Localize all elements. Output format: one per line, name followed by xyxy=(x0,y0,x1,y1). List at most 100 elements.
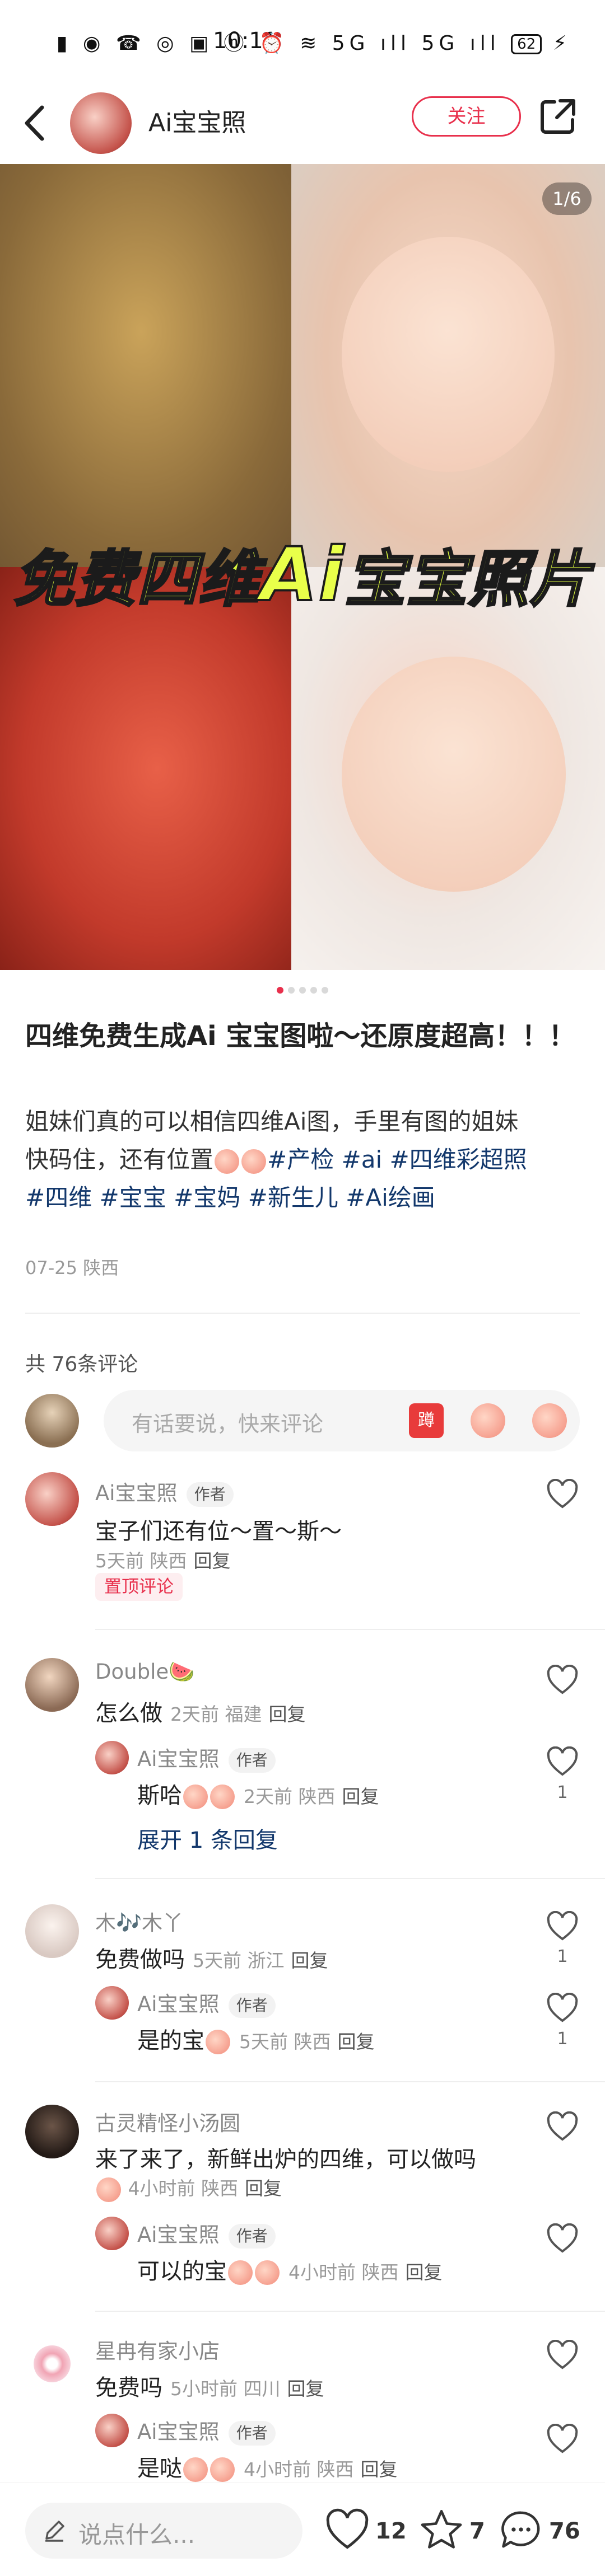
reply-avatar[interactable] xyxy=(95,2414,129,2447)
comment-avatar[interactable] xyxy=(25,1472,79,1526)
reply-button[interactable]: 回复 xyxy=(342,1786,379,1807)
hashtags[interactable]: #产检 #ai #四维彩超照 xyxy=(267,1146,527,1173)
emoji-button[interactable] xyxy=(471,1403,505,1438)
comment-author[interactable]: 星冉有家小店 xyxy=(95,2334,220,2364)
reply-text: 是哒 4小时前 陕西 回复 xyxy=(137,2456,398,2482)
comment-avatar[interactable] xyxy=(25,1658,79,1712)
like-icon[interactable] xyxy=(546,1993,579,2023)
comment-author[interactable]: Double🍉 xyxy=(95,1660,194,1684)
comment-author[interactable]: Ai宝宝照 作者 xyxy=(95,1476,234,1507)
author-avatar[interactable] xyxy=(70,92,132,154)
author-name[interactable]: Ai宝宝照 xyxy=(148,102,246,138)
comment-text: 免费做吗 5天前 浙江 回复 xyxy=(95,1947,328,1973)
follow-button[interactable]: 关注 xyxy=(412,96,521,137)
comment-author[interactable]: 木🎶木丫 xyxy=(95,1906,183,1936)
emoji-icon xyxy=(183,1785,208,1809)
reply-avatar[interactable] xyxy=(95,2217,129,2250)
comment-button[interactable]: 76 xyxy=(499,2508,580,2553)
pinned-badge: 置顶评论 xyxy=(95,1573,183,1601)
carousel-dot xyxy=(310,987,317,994)
comment-count-bottom: 76 xyxy=(549,2518,580,2544)
baby-photo-bottom xyxy=(291,567,605,970)
comment-avatar[interactable] xyxy=(25,1904,79,1958)
comment-text: 怎么做 2天前 福建 回复 xyxy=(95,1701,306,1726)
emoji-icon xyxy=(228,2260,253,2285)
author-badge: 作者 xyxy=(228,1748,276,1773)
reply-button[interactable]: 回复 xyxy=(245,2177,282,2199)
reply-avatar[interactable] xyxy=(95,1986,129,2020)
post-body-line: 快码住，还有位置 #产检 #ai #四维彩超照 xyxy=(25,1146,527,1174)
like-icon[interactable] xyxy=(546,2340,579,2370)
emoji-icon xyxy=(241,1149,267,1174)
author-badge: 作者 xyxy=(228,2420,276,2446)
reply-button[interactable]: 回复 xyxy=(194,1550,231,1572)
reply-button[interactable]: 回复 xyxy=(338,2031,375,2053)
comment-author[interactable]: 古灵精怪小汤圆 xyxy=(95,2106,240,2137)
emoji-icon xyxy=(210,2457,235,2482)
emoji-icon xyxy=(215,1149,240,1174)
carousel-dot xyxy=(277,987,283,994)
comment-text: 免费吗 5小时前 四川 回复 xyxy=(95,2375,324,2401)
reply-avatar[interactable] xyxy=(95,1741,129,1774)
comment-avatar[interactable] xyxy=(25,2105,79,2158)
like-icon[interactable] xyxy=(546,1911,579,1941)
divider xyxy=(95,2081,605,2082)
like-count: 1 xyxy=(557,2029,568,2049)
author-badge: 作者 xyxy=(228,2223,276,2249)
divider xyxy=(95,2311,605,2312)
carousel-indicator xyxy=(0,985,605,996)
like-count: 1 xyxy=(557,1783,568,1802)
like-icon[interactable] xyxy=(546,1746,579,1777)
reply-author[interactable]: Ai宝宝照 作者 xyxy=(137,1987,276,2018)
say-something-placeholder: 说点什么... xyxy=(78,2521,196,2549)
comment-count: 共 76条评论 xyxy=(25,1353,138,1376)
like-icon[interactable] xyxy=(546,2424,579,2454)
say-something-input[interactable]: 说点什么... xyxy=(25,2503,302,2559)
reply-button[interactable]: 回复 xyxy=(361,2458,398,2480)
reply-author[interactable]: Ai宝宝照 作者 xyxy=(137,2415,276,2446)
post-body: 姐妹们真的可以相信四维Ai图，手里有图的姐妹 快码住，还有位置 #产检 #ai #… xyxy=(25,1103,583,1217)
ultrasound-image-top xyxy=(0,164,314,584)
carousel-dot xyxy=(322,987,328,994)
comment-meta: 5天前 陕西 回复 xyxy=(95,1550,231,1572)
author-badge: 作者 xyxy=(186,1482,234,1507)
collect-count: 7 xyxy=(469,2518,485,2544)
sticker-button[interactable]: 蹲 xyxy=(409,1403,444,1438)
reply-button[interactable]: 回复 xyxy=(406,2261,443,2283)
carousel-dot xyxy=(288,987,295,994)
baby-face xyxy=(342,657,566,892)
emoji-icon xyxy=(96,2177,121,2202)
star-icon xyxy=(421,2509,462,2549)
collect-button[interactable]: 7 xyxy=(419,2508,485,2553)
like-icon[interactable] xyxy=(546,1479,579,1509)
hashtags[interactable]: #四维 #宝宝 #宝妈 #新生儿 #Ai绘画 xyxy=(25,1179,583,1217)
reply-button[interactable]: 回复 xyxy=(287,2378,324,2400)
status-bar: 10:11 ▮ ◉ ☎ ◎ ▣ ⓝ ⏰ ≋ 5G ıll 5G ıll 62 ⚡ xyxy=(0,0,605,84)
reply-text: 是的宝 5天前 陕西 回复 xyxy=(137,2028,375,2054)
reply-button[interactable]: 回复 xyxy=(269,1703,306,1725)
reply-author[interactable]: Ai宝宝照 作者 xyxy=(137,1742,276,1773)
pencil-icon xyxy=(45,2521,64,2542)
author-badge: 作者 xyxy=(228,1993,276,2018)
reply-author[interactable]: Ai宝宝照 作者 xyxy=(137,2218,276,2249)
comment-input[interactable]: 有话要说，快来评论 蹲 xyxy=(104,1390,580,1451)
comment-text: 来了来了，新鲜出炉的四维，可以做吗 xyxy=(95,2147,476,2172)
like-post-button[interactable]: 12 xyxy=(325,2508,407,2553)
status-icon-set: ▮ ◉ ☎ ◎ ▣ ⓝ ⏰ ≋ 5G ıll 5G ıll xyxy=(56,32,500,55)
comment-input-placeholder: 有话要说，快来评论 xyxy=(132,1412,324,1436)
expand-replies-button[interactable]: 展开 1 条回复 xyxy=(137,1822,278,1854)
post-meta: 07-25 陕西 xyxy=(25,1257,119,1278)
comment-avatar[interactable] xyxy=(34,2345,71,2382)
heart-icon xyxy=(326,2508,369,2549)
back-arrow-icon[interactable] xyxy=(17,101,56,146)
like-icon[interactable] xyxy=(546,2223,579,2254)
reply-button[interactable]: 回复 xyxy=(291,1950,328,1971)
reply-text: 斯哈 2天前 陕西 回复 xyxy=(137,1783,379,1809)
share-icon[interactable] xyxy=(538,96,578,137)
like-icon[interactable] xyxy=(546,1665,579,1695)
like-icon[interactable] xyxy=(546,2111,579,2142)
emoji-button[interactable] xyxy=(532,1403,567,1438)
battery-icon: 62 xyxy=(511,34,542,54)
post-image-carousel[interactable]: 免费四维Ai宝宝照片 xyxy=(0,164,605,970)
baby-photo-top xyxy=(291,164,605,589)
